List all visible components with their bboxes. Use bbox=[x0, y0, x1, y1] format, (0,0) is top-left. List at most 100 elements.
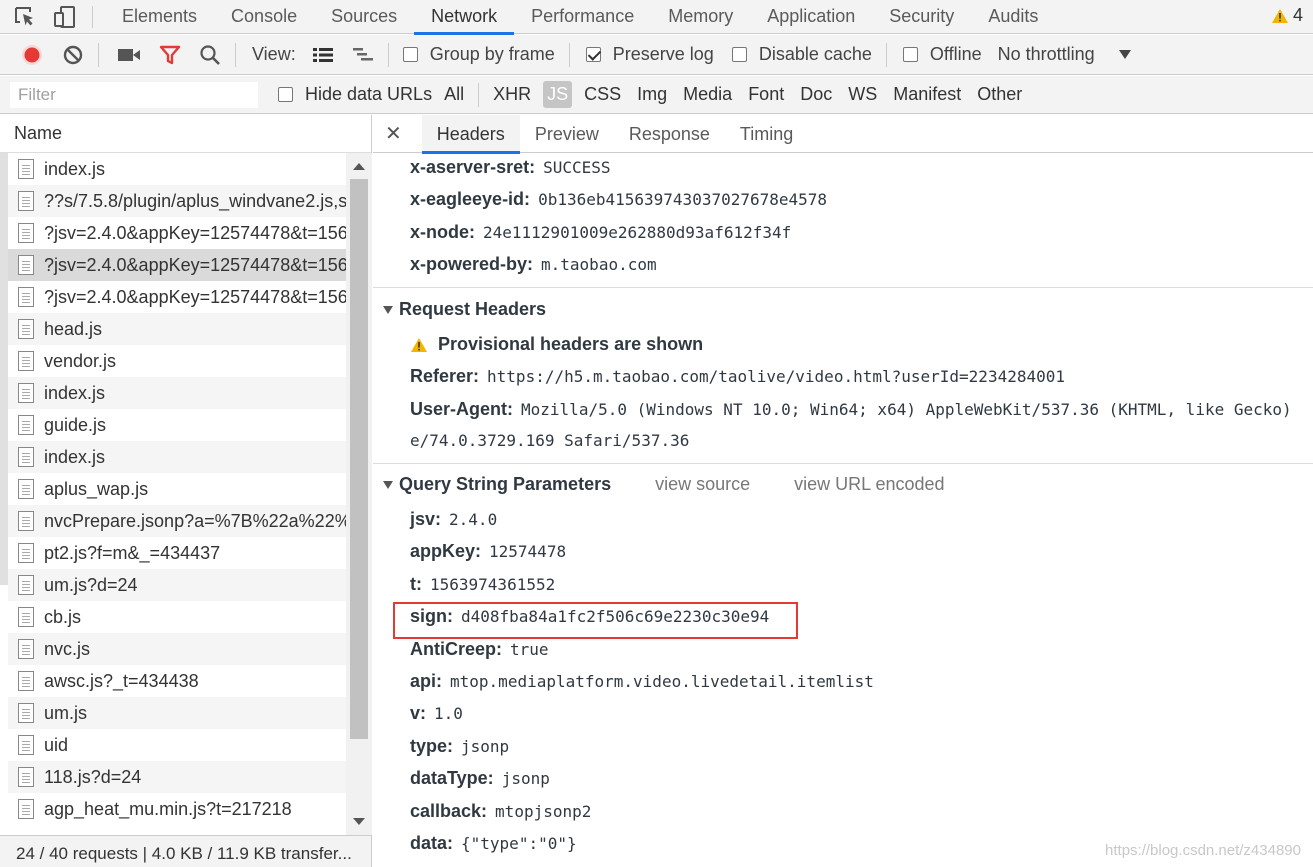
query-param-row: data: {"type":"0"} bbox=[410, 833, 577, 854]
request-row[interactable]: guide.js bbox=[8, 409, 346, 441]
file-icon bbox=[18, 447, 34, 467]
device-toolbar-icon[interactable] bbox=[52, 4, 78, 30]
request-row[interactable]: index.js bbox=[8, 153, 346, 185]
request-row[interactable]: head.js bbox=[8, 313, 346, 345]
tab-security[interactable]: Security bbox=[872, 0, 971, 34]
tab-elements[interactable]: Elements bbox=[105, 0, 214, 34]
filter-type-doc[interactable]: Doc bbox=[796, 81, 836, 108]
param-key: AntiCreep: bbox=[410, 639, 503, 659]
filter-input[interactable] bbox=[10, 81, 258, 108]
query-params-section[interactable]: Query String Parameters view source view… bbox=[383, 474, 945, 495]
tab-headers[interactable]: Headers bbox=[421, 115, 520, 154]
request-row[interactable]: nvcPrepare.jsonp?a=%7B%22a%22%3... bbox=[8, 505, 346, 537]
request-row[interactable]: ?jsv=2.4.0&appKey=12574478&t=156 bbox=[8, 217, 346, 249]
filter-type-media[interactable]: Media bbox=[679, 81, 736, 108]
scroll-down-icon[interactable] bbox=[353, 818, 365, 825]
expand-triangle-icon bbox=[383, 480, 393, 489]
offline-label: Offline bbox=[929, 44, 982, 64]
request-row[interactable]: ?jsv=2.4.0&appKey=12574478&t=156 bbox=[8, 281, 346, 313]
checkbox-checked[interactable] bbox=[585, 47, 601, 62]
request-headers-section[interactable]: Request Headers bbox=[383, 299, 546, 320]
filter-type-xhr[interactable]: XHR bbox=[489, 81, 535, 108]
request-row[interactable]: um.js?d=24 bbox=[8, 569, 346, 601]
throttling-select[interactable]: No throttling bbox=[998, 35, 1131, 75]
filter-type-img[interactable]: Img bbox=[633, 81, 671, 108]
large-rows-button[interactable] bbox=[312, 35, 334, 75]
scrollbar-thumb[interactable] bbox=[350, 179, 368, 739]
request-name: index.js bbox=[44, 382, 106, 403]
request-row[interactable]: cb.js bbox=[8, 601, 346, 633]
request-row[interactable]: index.js bbox=[8, 441, 346, 473]
checkbox[interactable] bbox=[402, 47, 418, 62]
tab-network[interactable]: Network bbox=[414, 0, 515, 35]
waterfall-view-button[interactable] bbox=[352, 35, 374, 75]
provisional-warning: Provisional headers are shown bbox=[410, 334, 703, 355]
screenshot-button[interactable] bbox=[117, 35, 141, 75]
response-header-row: x-powered-by: m.taobao.com bbox=[410, 254, 657, 274]
hide-data-urls-checkbox[interactable]: Hide data URLs bbox=[278, 76, 432, 114]
request-row[interactable]: pt2.js?f=m&_=434437 bbox=[8, 537, 346, 569]
tab-timing[interactable]: Timing bbox=[725, 115, 808, 153]
tab-memory[interactable]: Memory bbox=[651, 0, 750, 34]
checkbox[interactable] bbox=[278, 87, 293, 102]
tab-response[interactable]: Response bbox=[614, 115, 725, 153]
disable-cache-checkbox[interactable]: Disable cache bbox=[731, 35, 872, 75]
request-row[interactable]: ?jsv=2.4.0&appKey=12574478&t=156 bbox=[8, 249, 346, 281]
warning-counter[interactable]: 4 bbox=[1271, 5, 1303, 26]
request-list-scrollbar[interactable] bbox=[346, 153, 372, 835]
view-url-encoded-link[interactable]: view URL encoded bbox=[794, 474, 944, 495]
filter-toggle-button[interactable] bbox=[159, 35, 181, 75]
filter-type-css[interactable]: CSS bbox=[580, 81, 625, 108]
file-icon bbox=[18, 191, 34, 211]
offline-checkbox[interactable]: Offline bbox=[902, 35, 982, 75]
param-key: v: bbox=[410, 703, 427, 723]
tab-performance[interactable]: Performance bbox=[514, 0, 651, 34]
request-row[interactable]: nvc.js bbox=[8, 633, 346, 665]
filter-type-ws[interactable]: WS bbox=[844, 81, 881, 108]
request-list-pane: Name index.js ??s/7.5.8/plugin/aplus_wind… bbox=[0, 115, 372, 867]
request-row[interactable]: uid bbox=[8, 729, 346, 761]
tab-application[interactable]: Application bbox=[750, 0, 872, 34]
search-button[interactable] bbox=[199, 35, 221, 75]
param-key: data: bbox=[410, 833, 454, 853]
filter-type-all[interactable]: All bbox=[440, 81, 468, 108]
request-detail-pane: ✕ Headers Preview Response Timing x-aser… bbox=[373, 115, 1313, 867]
filter-type-manifest[interactable]: Manifest bbox=[889, 81, 965, 108]
scroll-up-icon[interactable] bbox=[353, 163, 365, 170]
response-header-row: x-aserver-sret: SUCCESS bbox=[410, 157, 611, 177]
file-icon bbox=[18, 255, 34, 275]
request-name: guide.js bbox=[44, 414, 107, 435]
preserve-log-checkbox[interactable]: Preserve log bbox=[585, 35, 714, 75]
tab-sources[interactable]: Sources bbox=[314, 0, 414, 34]
tab-preview[interactable]: Preview bbox=[520, 115, 614, 153]
request-name: um.js?d=24 bbox=[44, 574, 138, 595]
checkbox[interactable] bbox=[731, 47, 747, 62]
filter-type-font[interactable]: Font bbox=[744, 81, 788, 108]
inspect-element-icon[interactable] bbox=[12, 4, 38, 30]
request-row[interactable]: agp_heat_mu.min.js?t=217218 bbox=[8, 793, 346, 825]
request-row[interactable]: um.js bbox=[8, 697, 346, 729]
checkbox[interactable] bbox=[902, 47, 918, 62]
request-row[interactable]: awsc.js?_t=434438 bbox=[8, 665, 346, 697]
close-icon[interactable]: ✕ bbox=[385, 121, 402, 146]
file-icon bbox=[18, 479, 34, 499]
request-row[interactable]: index.js bbox=[8, 377, 346, 409]
request-name: ??s/7.5.8/plugin/aplus_windvane2.js,s/..… bbox=[44, 190, 346, 211]
request-row[interactable]: vendor.js bbox=[8, 345, 346, 377]
tab-audits[interactable]: Audits bbox=[971, 0, 1055, 34]
request-row[interactable]: ??s/7.5.8/plugin/aplus_windvane2.js,s/..… bbox=[8, 185, 346, 217]
filter-type-other[interactable]: Other bbox=[973, 81, 1026, 108]
filter-type-js[interactable]: JS bbox=[543, 81, 573, 108]
toolbar-separator bbox=[98, 42, 99, 67]
name-column-header[interactable]: Name bbox=[0, 115, 371, 153]
clear-button[interactable] bbox=[62, 35, 84, 75]
file-icon bbox=[18, 223, 34, 243]
request-row[interactable]: 118.js?d=24 bbox=[8, 761, 346, 793]
request-row[interactable]: aplus_wap.js bbox=[8, 473, 346, 505]
view-source-link[interactable]: view source bbox=[655, 474, 750, 495]
group-by-frame-checkbox[interactable]: Group by frame bbox=[402, 35, 555, 75]
sign-highlight-box bbox=[393, 602, 798, 639]
tab-console[interactable]: Console bbox=[214, 0, 314, 34]
request-name: awsc.js?_t=434438 bbox=[44, 670, 199, 691]
record-button[interactable] bbox=[20, 35, 44, 75]
